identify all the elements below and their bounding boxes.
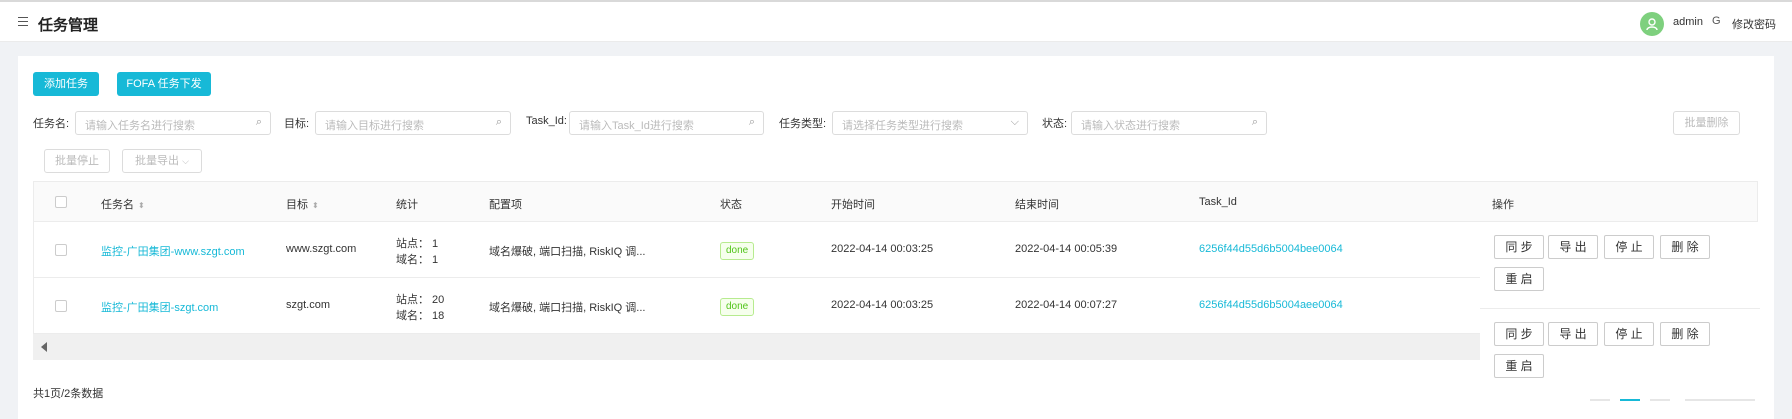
batch-export-button[interactable]: 批量导出 ⌵ (122, 149, 202, 173)
pagination-next[interactable] (1650, 399, 1670, 401)
target-label: 目标: (284, 118, 310, 130)
task-name-input[interactable]: 请输入任务名进行搜索 ⌕ (75, 111, 271, 135)
end-time-cell: 2022-04-14 00:07:27 (1015, 299, 1118, 311)
task-name-label: 任务名: (33, 118, 70, 130)
ops-cell: 同 步 导 出 停 止 删 除 重 启 (1480, 223, 1760, 309)
column-header-start: 开始时间 (831, 199, 875, 211)
taskid-input[interactable]: 请输入Task_Id进行搜索 ⌕ (569, 111, 764, 135)
config-cell: 域名爆破, 端口扫描, RiskIQ 调... (489, 302, 646, 314)
status-label: 状态: (1042, 118, 1068, 130)
pagination-size-select[interactable] (1685, 399, 1755, 401)
column-header-name[interactable]: 任务名 ⬍ (101, 196, 145, 212)
column-header-taskid: Task_Id (1199, 196, 1237, 208)
target-cell: www.szgt.com (286, 243, 357, 255)
restart-button[interactable]: 重 启 (1494, 267, 1544, 291)
column-header-status: 状态 (720, 199, 742, 211)
status-badge: done (720, 242, 755, 260)
column-header-config: 配置项 (489, 199, 522, 211)
status-input[interactable]: 请输入状态进行搜索 ⌕ (1071, 111, 1267, 135)
task-type-select[interactable]: 请选择任务类型进行搜索 ⌵ (832, 111, 1028, 135)
sort-icon[interactable]: ⬍ (312, 201, 319, 210)
stop-button[interactable]: 停 止 (1604, 235, 1654, 259)
search-icon: ⌕ (1251, 116, 1258, 128)
row-checkbox[interactable] (55, 300, 67, 312)
task-name-link[interactable]: 监控-广田集团-szgt.com (101, 299, 218, 315)
column-header-end: 结束时间 (1015, 199, 1059, 211)
start-time-cell: 2022-04-14 00:03:25 (831, 243, 934, 255)
horizontal-scrollbar[interactable] (33, 334, 1483, 360)
row-checkbox[interactable] (55, 244, 67, 256)
stat-site: 站点： 1 (396, 238, 439, 250)
status-badge: done (720, 298, 755, 316)
target-cell: szgt.com (286, 299, 331, 311)
config-cell: 域名爆破, 端口扫描, RiskIQ 调... (489, 246, 646, 258)
stop-button[interactable]: 停 止 (1604, 322, 1654, 346)
task-id-link[interactable]: 6256f44d55d6b5004bee0064 (1199, 243, 1343, 255)
stat-domain: 域名： 18 (396, 310, 445, 322)
task-id-link[interactable]: 6256f44d55d6b5004aee0064 (1199, 299, 1343, 311)
stat-site: 站点： 20 (396, 294, 445, 306)
search-icon: ⌕ (495, 116, 502, 128)
column-header-stats: 统计 (396, 199, 418, 211)
add-task-button[interactable]: 添加任务 (33, 72, 99, 96)
stat-domain: 域名： 1 (396, 254, 439, 266)
page-title: 任务管理 (38, 17, 99, 34)
column-name-label: 任务名 (101, 199, 134, 211)
chevron-down-icon: ⌵ (1010, 116, 1019, 128)
task-name-link[interactable]: 监控-广田集团-www.szgt.com (101, 243, 245, 259)
task-type-label: 任务类型: (779, 118, 827, 130)
column-header-target[interactable]: 目标 ⬍ (286, 196, 319, 212)
sort-icon[interactable]: ⬍ (138, 201, 145, 210)
ops-cell: 同 步 导 出 停 止 删 除 重 启 (1480, 310, 1760, 400)
export-button[interactable]: 导 出 (1548, 235, 1598, 259)
task-name-placeholder: 请输入任务名进行搜索 (85, 120, 195, 132)
scroll-left-arrow-icon[interactable] (41, 342, 47, 352)
start-time-cell: 2022-04-14 00:03:25 (831, 299, 934, 311)
sync-button[interactable]: 同 步 (1494, 235, 1544, 259)
target-input[interactable]: 请输入目标进行搜索 ⌕ (315, 111, 511, 135)
taskid-label: Task_Id: (526, 115, 567, 127)
sync-button[interactable]: 同 步 (1494, 322, 1544, 346)
target-placeholder: 请输入目标进行搜索 (325, 120, 424, 132)
menu-fold-icon[interactable] (18, 17, 28, 26)
pagination-total: 共1页/2条数据 (33, 388, 104, 400)
restart-button[interactable]: 重 启 (1494, 354, 1544, 378)
select-all-checkbox[interactable] (55, 196, 67, 208)
batch-stop-button[interactable]: 批量停止 (44, 149, 110, 173)
ops-fixed-column: 同 步 导 出 停 止 删 除 重 启 同 步 导 出 停 止 删 除 重 启 (1480, 0, 1760, 400)
status-placeholder: 请输入状态进行搜索 (1081, 120, 1180, 132)
export-button[interactable]: 导 出 (1548, 322, 1598, 346)
chevron-down-icon: ⌵ (182, 156, 189, 166)
pagination-page-current[interactable] (1620, 399, 1640, 401)
column-target-label: 目标 (286, 199, 308, 211)
task-type-placeholder: 请选择任务类型进行搜索 (842, 120, 963, 132)
taskid-placeholder: 请输入Task_Id进行搜索 (579, 120, 694, 132)
search-icon: ⌕ (255, 116, 262, 128)
fofa-task-button[interactable]: FOFA 任务下发 (117, 72, 211, 96)
end-time-cell: 2022-04-14 00:05:39 (1015, 243, 1118, 255)
search-icon: ⌕ (748, 116, 755, 128)
pagination-prev[interactable] (1590, 399, 1610, 401)
batch-export-label: 批量导出 (135, 155, 180, 167)
delete-button[interactable]: 删 除 (1660, 235, 1710, 259)
delete-button[interactable]: 删 除 (1660, 322, 1710, 346)
